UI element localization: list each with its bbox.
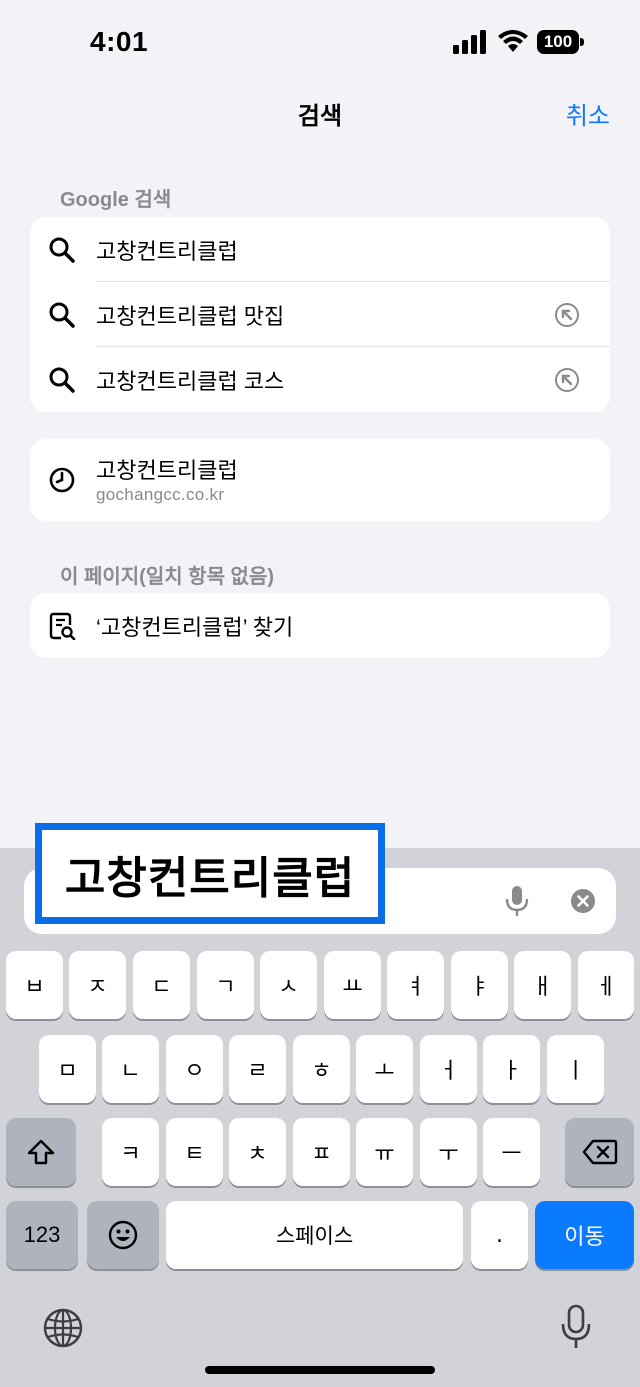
numbers-key[interactable]: 123 <box>6 1201 78 1269</box>
google-search-section-header: Google 검색 <box>60 189 172 211</box>
key-ㄱ[interactable]: ㄱ <box>197 951 254 1019</box>
history-title: 고창컨트리클럽 <box>96 458 238 483</box>
history-url: gochangcc.co.kr <box>96 485 225 504</box>
cellular-signal-icon <box>453 30 486 54</box>
key-ㅍ[interactable]: ㅍ <box>293 1118 350 1186</box>
google-suggestions-card: 고창컨트리클럽 고창컨트리클럽 맛집 고창컨트리클럽 코스 <box>30 217 610 412</box>
key-ㅣ[interactable]: ㅣ <box>547 1035 604 1103</box>
search-input-value: 고창컨트리클럽 <box>64 853 356 903</box>
key-ㄴ[interactable]: ㄴ <box>102 1035 159 1103</box>
history-row[interactable]: 고창컨트리클럽 gochangcc.co.kr <box>30 439 610 521</box>
status-bar: 4:01 100 <box>0 0 640 90</box>
key-ㅏ[interactable]: ㅏ <box>483 1035 540 1103</box>
battery-level: 100 <box>537 30 579 54</box>
search-icon <box>49 367 75 393</box>
clear-text-icon[interactable] <box>570 888 596 914</box>
key-ㅇ[interactable]: ㅇ <box>166 1035 223 1103</box>
search-icon <box>49 302 75 328</box>
key-ㅊ[interactable]: ㅊ <box>229 1118 286 1186</box>
shift-key[interactable] <box>6 1118 76 1186</box>
fill-in-arrow-icon[interactable] <box>554 302 580 328</box>
clock-icon <box>49 467 75 493</box>
key-ㅅ[interactable]: ㅅ <box>260 951 317 1019</box>
search-input-highlight[interactable]: 고창컨트리클럽 <box>35 823 385 924</box>
backspace-icon <box>582 1139 617 1165</box>
key-ㄹ[interactable]: ㄹ <box>229 1035 286 1103</box>
search-icon <box>49 237 75 263</box>
wifi-icon <box>498 30 528 52</box>
delete-key[interactable] <box>565 1118 634 1186</box>
find-on-page-card: ‘고창컨트리클럽’ 찾기 <box>30 593 610 658</box>
shift-icon <box>27 1139 55 1165</box>
period-key[interactable]: . <box>471 1201 528 1269</box>
key-ㅗ[interactable]: ㅗ <box>356 1035 413 1103</box>
key-ㅎ[interactable]: ㅎ <box>293 1035 350 1103</box>
page-title: 검색 <box>297 103 343 130</box>
emoji-key[interactable] <box>87 1201 159 1269</box>
find-on-page-label: ‘고창컨트리클럽’ 찾기 <box>96 614 294 640</box>
microphone-icon[interactable] <box>504 884 530 918</box>
suggestion-row[interactable]: 고창컨트리클럽 <box>30 217 610 282</box>
find-on-page-row[interactable]: ‘고창컨트리클럽’ 찾기 <box>30 593 610 658</box>
key-ㅠ[interactable]: ㅠ <box>356 1118 413 1186</box>
key-ㅜ[interactable]: ㅜ <box>420 1118 477 1186</box>
history-card: 고창컨트리클럽 gochangcc.co.kr <box>30 439 610 521</box>
suggestion-row[interactable]: 고창컨트리클럽 맛집 <box>30 282 610 347</box>
emoji-icon <box>108 1220 138 1250</box>
key-ㅛ[interactable]: ㅛ <box>324 951 381 1019</box>
on-page-section-header: 이 페이지(일치 항목 없음) <box>60 566 274 588</box>
key-ㅔ[interactable]: ㅔ <box>578 951 634 1019</box>
battery-icon: 100 <box>537 30 585 54</box>
cancel-button[interactable]: 취소 <box>566 96 610 131</box>
find-on-page-icon <box>49 612 76 640</box>
key-ㄷ[interactable]: ㄷ <box>133 951 190 1019</box>
key-ㅂ[interactable]: ㅂ <box>6 951 63 1019</box>
space-key[interactable]: 스페이스 <box>166 1201 463 1269</box>
suggestion-text: 고창컨트리클럽 코스 <box>96 368 285 394</box>
globe-icon[interactable] <box>42 1307 84 1349</box>
key-ㅑ[interactable]: ㅑ <box>451 951 508 1019</box>
key-ㅡ[interactable]: ㅡ <box>483 1118 540 1186</box>
status-time: 4:01 <box>90 26 149 57</box>
suggestion-text: 고창컨트리클럽 <box>96 238 238 264</box>
home-indicator <box>205 1366 435 1374</box>
key-ㅋ[interactable]: ㅋ <box>102 1118 159 1186</box>
key-ㅓ[interactable]: ㅓ <box>420 1035 477 1103</box>
key-ㅐ[interactable]: ㅐ <box>514 951 571 1019</box>
dictation-microphone-icon[interactable] <box>560 1304 592 1350</box>
go-key[interactable]: 이동 <box>535 1201 634 1269</box>
key-ㅌ[interactable]: ㅌ <box>166 1118 223 1186</box>
suggestion-row[interactable]: 고창컨트리클럽 코스 <box>30 347 610 412</box>
suggestion-text: 고창컨트리클럽 맛집 <box>96 303 285 329</box>
key-ㅈ[interactable]: ㅈ <box>69 951 126 1019</box>
key-ㅁ[interactable]: ㅁ <box>39 1035 96 1103</box>
fill-in-arrow-icon[interactable] <box>554 367 580 393</box>
key-ㅕ[interactable]: ㅕ <box>387 951 444 1019</box>
